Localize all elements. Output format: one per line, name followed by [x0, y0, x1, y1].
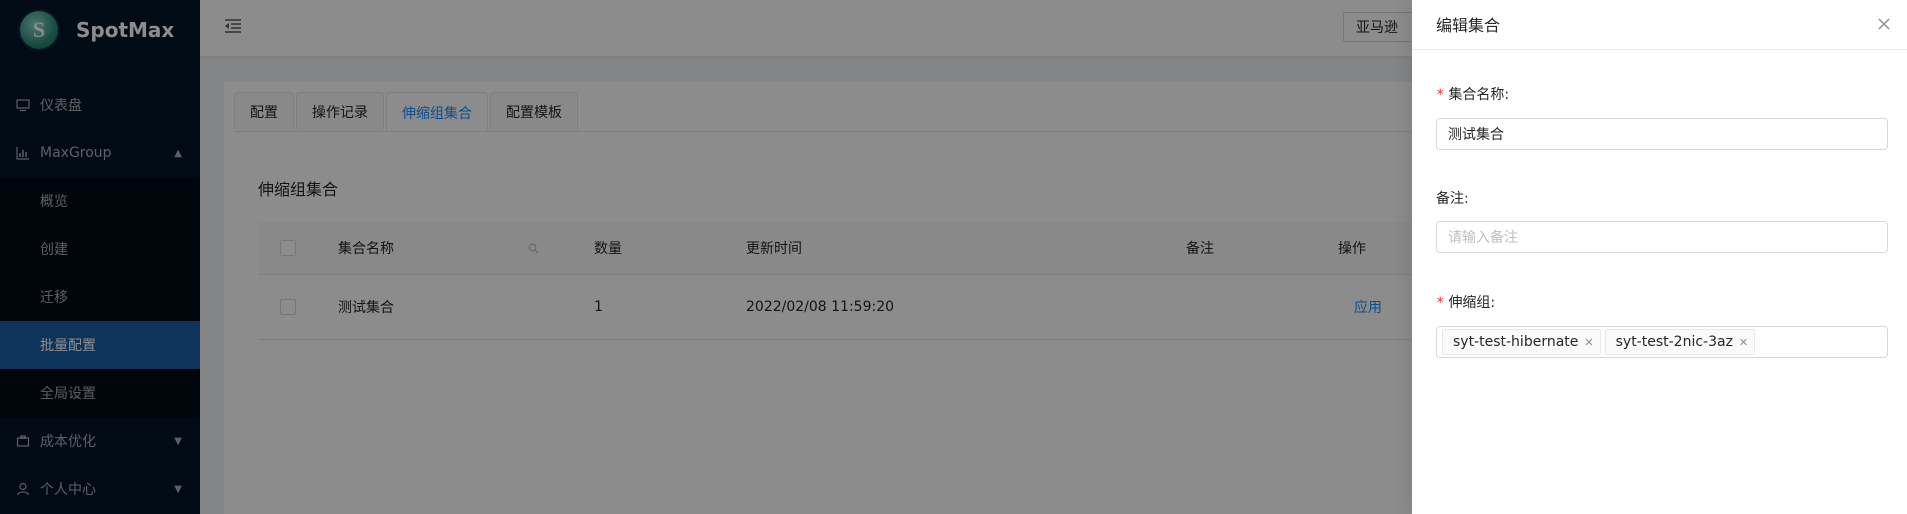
drawer-header: 编辑集合	[1412, 0, 1907, 50]
remark-input[interactable]: 请输入备注	[1436, 221, 1888, 253]
label-text: 伸缩组:	[1448, 295, 1496, 311]
drawer-title: 编辑集合	[1436, 16, 1501, 35]
tag-label: syt-test-2nic-3az	[1615, 334, 1733, 350]
scaling-groups-label: * 伸缩组:	[1436, 292, 1495, 312]
collection-name-input[interactable]: 测试集合	[1436, 118, 1888, 150]
collection-name-label: * 集合名称:	[1436, 84, 1509, 104]
required-mark: *	[1436, 295, 1445, 311]
remark-label: 备注:	[1436, 188, 1469, 208]
required-mark: *	[1436, 87, 1445, 103]
close-icon[interactable]: ✕	[1739, 336, 1748, 349]
label-text: 备注:	[1436, 191, 1469, 207]
input-placeholder: 请输入备注	[1448, 230, 1518, 246]
tag-label: syt-test-hibernate	[1453, 334, 1579, 350]
close-icon[interactable]: ✕	[1584, 336, 1593, 349]
edit-collection-drawer: 编辑集合 * 集合名称: 测试集合 备注: 请输入备注 * 伸缩组: syt-tes…	[1412, 0, 1907, 514]
scaling-group-tag: syt-test-hibernate ✕	[1442, 329, 1601, 355]
scaling-groups-select[interactable]: syt-test-hibernate ✕ syt-test-2nic-3az ✕	[1436, 326, 1888, 358]
input-value: 测试集合	[1448, 127, 1504, 143]
label-text: 集合名称:	[1448, 87, 1510, 103]
close-icon[interactable]	[1877, 16, 1891, 30]
scaling-group-tag: syt-test-2nic-3az ✕	[1604, 329, 1756, 355]
